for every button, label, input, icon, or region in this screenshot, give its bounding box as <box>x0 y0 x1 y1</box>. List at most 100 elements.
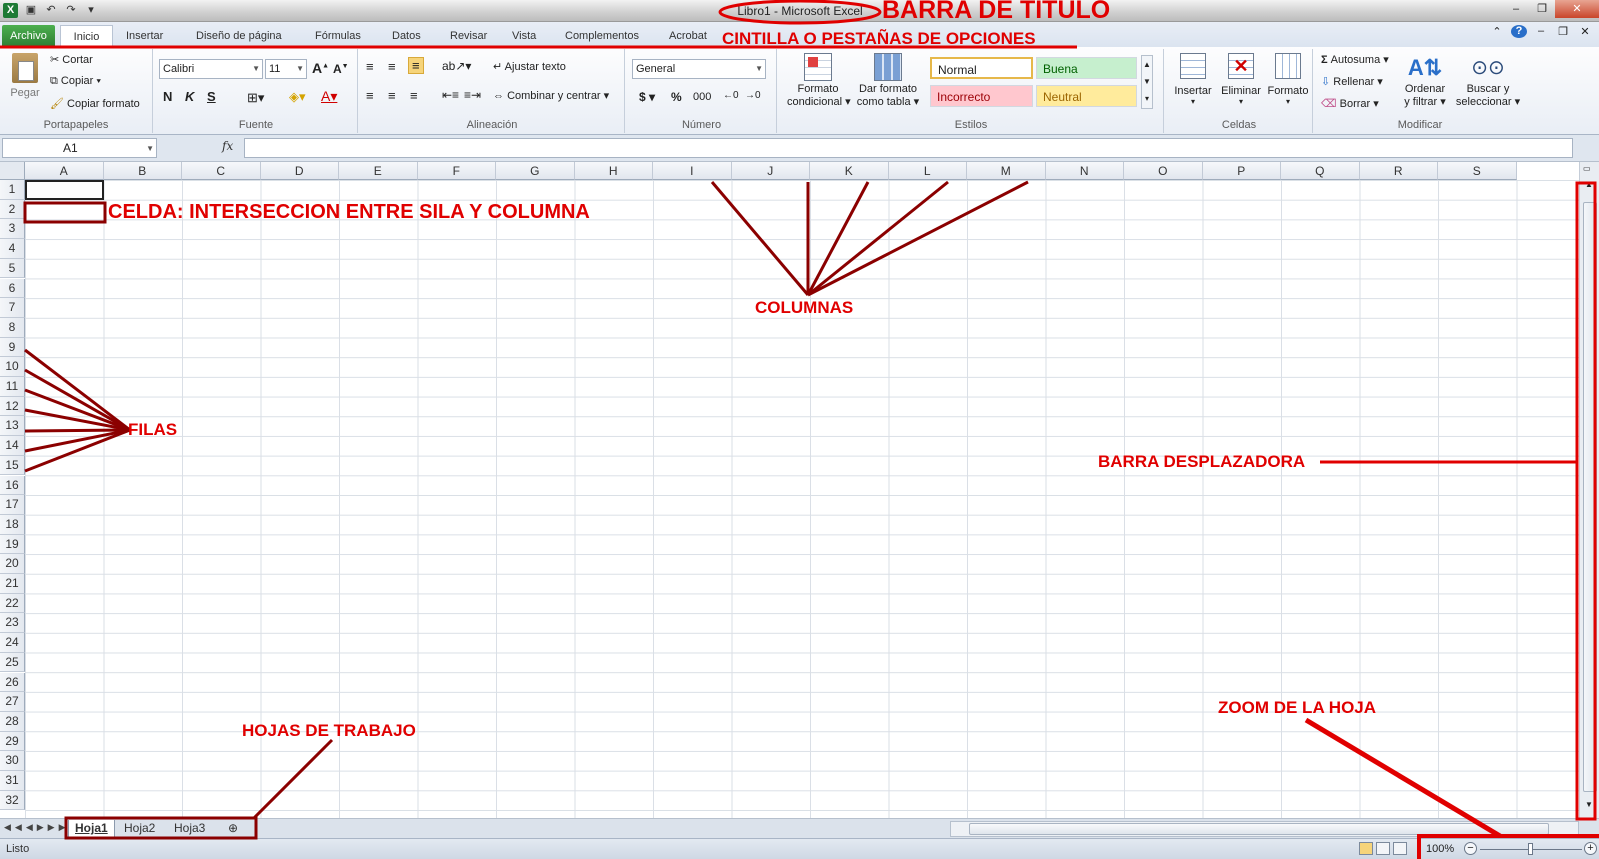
style-neutral[interactable]: Neutral <box>1036 85 1137 107</box>
zoom-in-icon[interactable]: + <box>1584 842 1597 855</box>
row-header[interactable]: 26 <box>0 672 25 693</box>
find-select-button[interactable]: ⊙⊙ Buscar y seleccionar ▾ <box>1455 53 1521 109</box>
tab-insertar[interactable]: Insertar <box>122 25 167 47</box>
merge-center-button[interactable]: ⇔ Combinar y centrar ▾ <box>493 89 609 102</box>
horizontal-scroll-thumb[interactable] <box>969 823 1549 835</box>
row-header[interactable]: 17 <box>0 495 25 515</box>
decrease-decimal-icon[interactable]: →0 <box>745 90 761 101</box>
vertical-scroll-thumb[interactable] <box>1583 202 1597 792</box>
name-box[interactable]: A1 ▼ <box>2 138 157 158</box>
row-header[interactable]: 18 <box>0 514 25 535</box>
row-header[interactable]: 13 <box>0 416 25 437</box>
wrap-text-button[interactable]: ↵ Ajustar texto <box>493 60 566 73</box>
delete-cells-button[interactable]: ✕ Eliminar ▾ <box>1218 53 1264 106</box>
fill-button[interactable]: ⇩ Rellenar ▾ <box>1321 75 1383 88</box>
row-header[interactable]: 9 <box>0 337 25 358</box>
undo-icon[interactable]: ↶ <box>42 3 60 18</box>
zoom-out-icon[interactable]: − <box>1464 842 1477 855</box>
column-header[interactable]: H <box>574 162 653 180</box>
row-header[interactable]: 12 <box>0 396 25 417</box>
cut-button[interactable]: ✂ Cortar <box>50 53 93 66</box>
row-header[interactable]: 6 <box>0 278 25 299</box>
row-header[interactable]: 19 <box>0 534 25 555</box>
row-header[interactable]: 23 <box>0 613 25 634</box>
grow-font-icon[interactable]: A▲ <box>312 60 329 76</box>
zoom-slider-thumb[interactable] <box>1528 843 1533 855</box>
format-painter-button[interactable]: 🖌 Copiar formato <box>50 97 140 110</box>
column-header[interactable]: B <box>103 162 182 180</box>
tab-inicio[interactable]: Inicio <box>60 25 113 47</box>
align-right-icon[interactable]: ≡ <box>410 88 418 103</box>
orientation-icon[interactable]: ab↗▾ <box>442 59 471 73</box>
row-header[interactable]: 30 <box>0 751 25 771</box>
tab-acrobat[interactable]: Acrobat <box>665 25 711 47</box>
column-header[interactable]: G <box>496 162 575 180</box>
tab-complementos[interactable]: Complementos <box>561 25 643 47</box>
row-header[interactable]: 25 <box>0 652 25 673</box>
row-header[interactable]: 15 <box>0 455 25 476</box>
row-header[interactable]: 28 <box>0 711 25 732</box>
column-header[interactable]: C <box>182 162 261 180</box>
save-icon[interactable]: ▣ <box>22 3 40 18</box>
style-normal[interactable]: Normal <box>930 57 1033 79</box>
sheet-nav-arrows-icon[interactable]: ◀◀◀▶▶▶ <box>4 822 70 833</box>
tab-datos[interactable]: Datos <box>388 25 425 47</box>
percent-button[interactable]: % <box>671 90 682 104</box>
insert-sheet-icon[interactable]: ⊕ <box>222 820 244 838</box>
font-color-icon[interactable]: A▾ <box>321 88 337 105</box>
tab-revisar[interactable]: Revisar <box>446 25 491 47</box>
sort-filter-button[interactable]: A⇅ Ordenar y filtrar ▾ <box>1399 53 1451 109</box>
column-header[interactable]: Q <box>1281 162 1360 180</box>
format-as-table-button[interactable]: Dar formato como tabla ▾ <box>855 53 921 109</box>
horizontal-scrollbar[interactable] <box>950 821 1579 837</box>
column-header[interactable]: E <box>339 162 418 180</box>
row-header[interactable]: 29 <box>0 731 25 752</box>
vertical-scrollbar[interactable]: ▭ ▲ ▼ <box>1579 162 1599 818</box>
zoom-level[interactable]: 100% <box>1426 843 1454 855</box>
customize-qat-icon[interactable]: ▾ <box>82 3 100 18</box>
insert-function-icon[interactable]: fx <box>222 139 233 153</box>
close-icon[interactable]: ✕ <box>1555 0 1599 18</box>
sheet-tab-hoja1[interactable]: Hoja1 <box>68 820 115 838</box>
page-break-view-icon[interactable] <box>1393 842 1407 855</box>
align-middle-icon[interactable]: ≡ <box>388 59 396 74</box>
row-header[interactable]: 3 <box>0 219 25 240</box>
decrease-indent-icon[interactable]: ⇤≡ <box>442 88 459 102</box>
row-header[interactable]: 21 <box>0 574 25 594</box>
sheet-tab-hoja3[interactable]: Hoja3 <box>168 820 211 838</box>
column-header[interactable]: F <box>417 162 496 180</box>
split-box-icon[interactable]: ▭ <box>1583 164 1591 173</box>
tab-formulas[interactable]: Fórmulas <box>311 25 365 47</box>
doc-restore-icon[interactable]: ❐ <box>1555 25 1571 38</box>
column-header[interactable]: J <box>731 162 810 180</box>
row-header[interactable]: 22 <box>0 593 25 614</box>
column-header[interactable]: S <box>1438 162 1517 180</box>
align-center-icon[interactable]: ≡ <box>388 88 396 103</box>
increase-indent-icon[interactable]: ≡⇥ <box>464 88 481 102</box>
fill-color-icon[interactable]: ◈▾ <box>289 89 306 105</box>
select-all-button[interactable] <box>0 162 25 180</box>
normal-view-icon[interactable] <box>1359 842 1373 855</box>
column-header[interactable]: I <box>653 162 732 180</box>
row-header[interactable]: 11 <box>0 377 25 397</box>
help-icon[interactable]: ? <box>1511 25 1527 38</box>
shrink-font-icon[interactable]: A▼ <box>333 62 349 76</box>
column-header[interactable]: D <box>260 162 339 180</box>
increase-decimal-icon[interactable]: ←0 <box>723 90 739 101</box>
autosum-button[interactable]: Σ Autosuma ▾ <box>1321 53 1389 66</box>
column-header[interactable]: N <box>1045 162 1124 180</box>
active-cell[interactable] <box>25 180 104 200</box>
row-header[interactable]: 10 <box>0 357 25 377</box>
row-header[interactable]: 14 <box>0 436 25 456</box>
currency-button[interactable]: $ ▾ <box>639 90 655 104</box>
row-header[interactable]: 2 <box>0 199 25 220</box>
style-buena[interactable]: Buena <box>1036 57 1137 79</box>
row-header[interactable]: 27 <box>0 692 25 712</box>
column-header[interactable]: P <box>1202 162 1281 180</box>
column-header[interactable]: A <box>25 162 104 180</box>
bold-button[interactable]: N <box>163 89 172 104</box>
scroll-down-icon[interactable]: ▼ <box>1585 800 1593 809</box>
minimize-icon[interactable]: – <box>1503 0 1529 18</box>
thousands-button[interactable]: 000 <box>693 91 711 103</box>
format-cells-button[interactable]: Formato ▾ <box>1266 53 1310 106</box>
